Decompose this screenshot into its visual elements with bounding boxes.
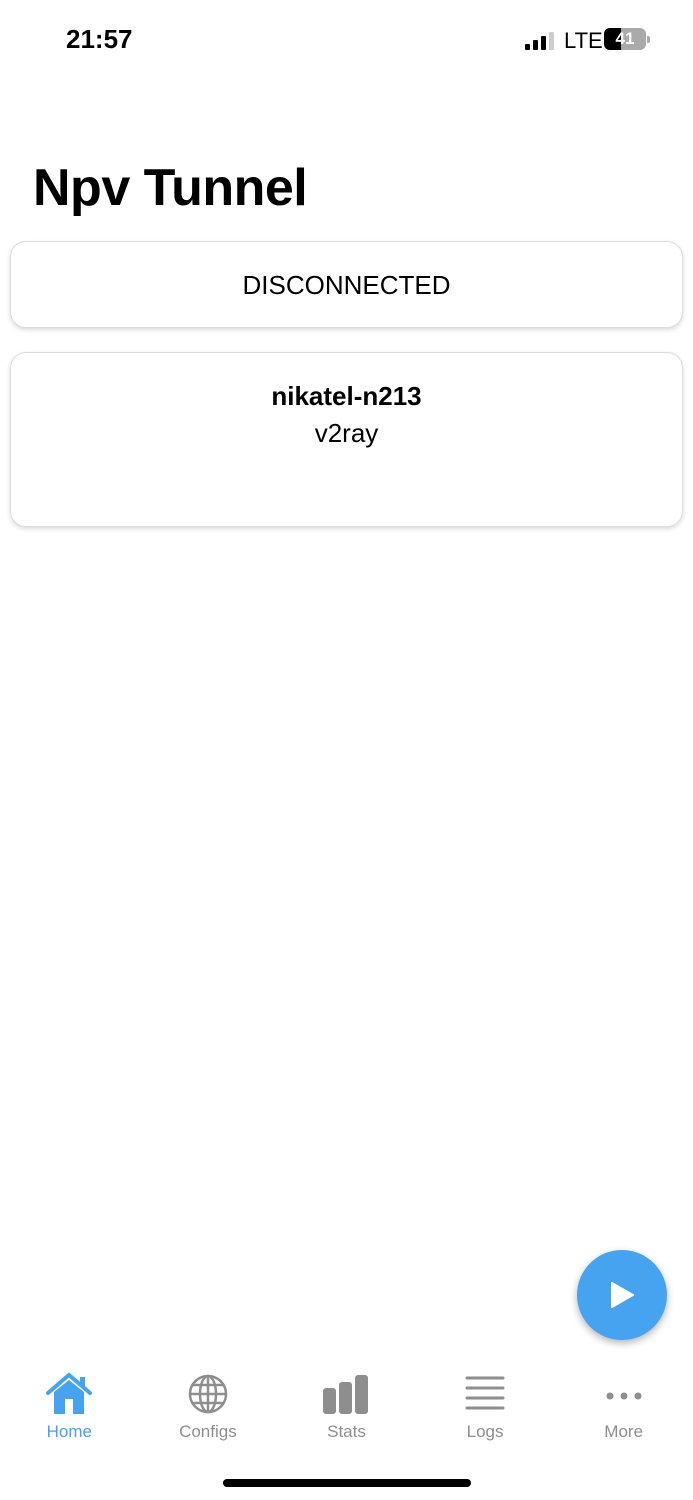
network-type: LTE <box>564 28 603 53</box>
battery-icon: 41 <box>604 28 646 50</box>
home-indicator[interactable] <box>223 1479 471 1487</box>
status-bar: 21:57 LTE 41 <box>0 22 693 58</box>
config-protocol: v2ray <box>314 418 379 448</box>
bar-chart-icon <box>323 1375 369 1414</box>
battery-nub <box>647 36 650 43</box>
selected-config-card[interactable]: nikatel-n213 v2ray <box>10 352 683 527</box>
tab-label: Configs <box>179 1422 237 1441</box>
tab-more[interactable]: More <box>554 1372 693 1442</box>
battery-level: 41 <box>615 29 635 48</box>
connect-button[interactable] <box>577 1250 667 1340</box>
more-icon <box>606 1392 642 1400</box>
signal-icon <box>525 32 554 50</box>
tab-label: Home <box>46 1422 92 1441</box>
tab-configs[interactable]: Configs <box>139 1372 278 1442</box>
config-name: nikatel-n213 <box>271 381 422 411</box>
status-time: 21:57 <box>66 24 133 54</box>
home-icon <box>46 1372 93 1414</box>
connection-status-card[interactable]: DISCONNECTED <box>10 241 683 328</box>
list-icon <box>465 1376 505 1410</box>
tab-stats[interactable]: Stats <box>277 1372 416 1442</box>
globe-icon <box>188 1374 228 1414</box>
page-title: Npv Tunnel <box>33 159 308 217</box>
tab-label: More <box>604 1422 644 1441</box>
tab-home[interactable]: Home <box>0 1372 139 1442</box>
tab-logs[interactable]: Logs <box>416 1372 555 1442</box>
tab-label: Stats <box>327 1422 366 1441</box>
tab-label: Logs <box>466 1422 504 1441</box>
play-icon <box>611 1282 634 1308</box>
tab-bar: Home Configs Stats Logs More <box>0 1372 693 1442</box>
